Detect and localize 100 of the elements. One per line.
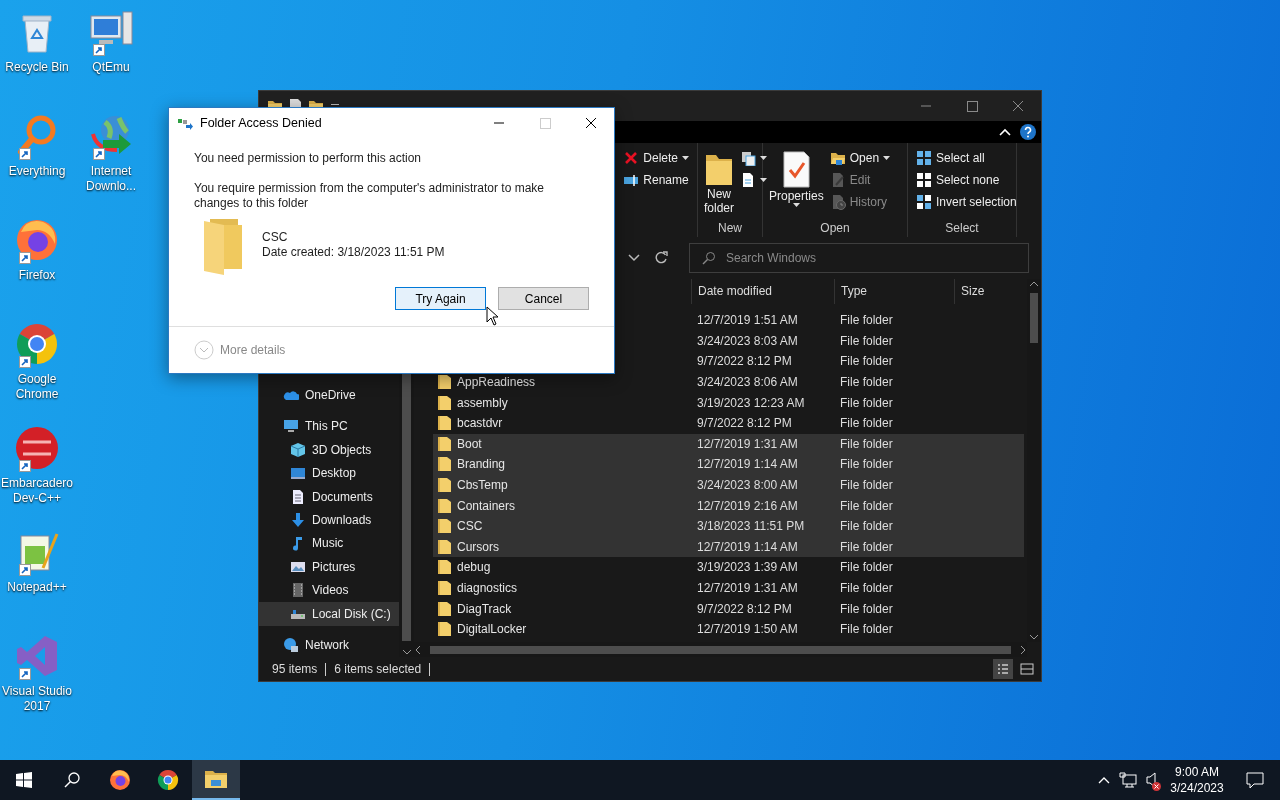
folder-icon: [438, 580, 452, 596]
nav-item[interactable]: This PC: [259, 414, 399, 438]
ribbon-button[interactable]: Open: [827, 149, 893, 167]
nav-item[interactable]: Desktop: [259, 461, 399, 485]
folder-icon: [438, 600, 452, 617]
column-header[interactable]: Date modified: [691, 279, 834, 304]
type-cell-text: File folder: [839, 375, 894, 390]
ribbon-button[interactable]: Properties: [769, 149, 824, 209]
nav-item[interactable]: OneDrive: [259, 383, 399, 407]
scroll-thumb[interactable]: [430, 645, 1011, 654]
folder-arrow-icon: [177, 116, 193, 130]
scroll-thumb[interactable]: [1030, 293, 1038, 343]
file-row[interactable]: DiagTrack 9/7/2022 8:12 PM File folder: [433, 598, 1024, 619]
group-label: Open: [819, 220, 851, 237]
dialog-button[interactable]: Cancel: [498, 287, 589, 310]
date-cell-text: 3/24/2023 8:03 AM: [696, 333, 799, 348]
dialog-button[interactable]: Try Again: [395, 287, 486, 310]
type-cell-text: File folder: [839, 313, 894, 328]
nav-item[interactable]: 3D Objects: [259, 437, 399, 462]
file-row[interactable]: CbsTemp 3/24/2023 8:00 AM File folder: [433, 474, 1024, 496]
details-view-button[interactable]: [993, 659, 1013, 679]
folder-icon: [438, 538, 452, 555]
refresh-icon: [654, 251, 668, 265]
file-row[interactable]: assembly 3/19/2023 12:23 AM File folder: [433, 392, 1024, 413]
delete-icon: [623, 150, 640, 166]
nav-item[interactable]: Videos: [259, 578, 399, 603]
file-row[interactable]: Boot 12/7/2019 1:31 AM File folder: [433, 433, 1024, 455]
clock[interactable]: 9:00 AM 3/24/2023: [1164, 764, 1230, 796]
type-cell-text: File folder: [839, 457, 894, 472]
file-row[interactable]: bcastdvr 9/7/2022 8:12 PM File folder: [433, 412, 1024, 434]
caret-icon: [682, 156, 689, 160]
folder-icon: [438, 497, 452, 514]
file-row[interactable]: AppReadiness 3/24/2023 8:06 AM File folder: [433, 371, 1024, 393]
ribbon-button[interactable]: Invert selection: [914, 193, 1019, 211]
ribbon-button[interactable]: Delete: [621, 149, 691, 167]
folder-icon: [438, 477, 452, 494]
date-created: Date created: 3/18/2023 11:51 PM: [262, 245, 445, 260]
taskbar-app[interactable]: [192, 760, 240, 800]
nav-item[interactable]: Documents: [259, 484, 399, 509]
caret-icon: [760, 178, 767, 182]
date-cell-text: 3/24/2023 8:06 AM: [696, 375, 799, 390]
file-row[interactable]: Branding 12/7/2019 1:14 AM File folder: [433, 454, 1024, 475]
type-cell-text: File folder: [839, 581, 894, 595]
file-name: Boot: [457, 436, 482, 451]
type-cell-text: File folder: [839, 478, 894, 493]
column-header[interactable]: Type: [834, 279, 954, 304]
file-row[interactable]: CSC 3/18/2023 11:51 PM File folder: [433, 515, 1024, 537]
caret-icon: [760, 156, 767, 160]
chevron-up-icon: [1098, 776, 1110, 784]
chevron-up-icon: [999, 128, 1011, 136]
date-cell-text: 3/19/2023 1:39 AM: [696, 560, 799, 575]
date-cell-text: 12/7/2019 1:31 AM: [696, 581, 799, 595]
nav-item[interactable]: Local Disk (C:): [259, 602, 399, 626]
date-cell-text: 9/7/2022 8:12 PM: [696, 601, 793, 616]
document-icon: [740, 172, 756, 188]
folder-icon: [204, 219, 242, 275]
copy-icon: [740, 150, 756, 166]
ribbon-button[interactable]: Select all: [914, 149, 1019, 167]
search-field[interactable]: Search Windows: [689, 243, 1029, 273]
dialog-title: Folder Access Denied: [200, 116, 322, 130]
computer-icon: [283, 418, 299, 435]
nav-item[interactable]: Network: [259, 633, 399, 657]
file-row[interactable]: debug 3/19/2023 1:39 AM File folder: [433, 557, 1024, 578]
network-icon: [1119, 772, 1137, 788]
fox-globe-icon: [108, 768, 132, 792]
ribbon-button[interactable]: Rename: [621, 171, 691, 189]
file-name: AppReadiness: [457, 375, 536, 390]
type-cell-text: File folder: [839, 395, 894, 410]
folder-icon: [438, 435, 452, 452]
date-cell-text: 12/7/2019 1:51 AM: [696, 313, 799, 328]
select-all-icon: [916, 150, 932, 166]
list-icon: [997, 663, 1009, 675]
nav-item[interactable]: Downloads: [259, 508, 399, 532]
file-row[interactable]: Containers 12/7/2019 2:16 AM File folder: [433, 495, 1024, 516]
cube-icon: [290, 441, 306, 458]
network-icon: [283, 637, 299, 654]
file-row[interactable]: diagnostics 12/7/2019 1:31 AM File folder: [433, 577, 1024, 599]
more-details-link[interactable]: More details: [220, 342, 286, 357]
group-label: New: [717, 220, 743, 237]
file-name: DigitalLocker: [457, 622, 527, 637]
ribbon-button[interactable]: Select none: [914, 171, 1019, 189]
caret-icon: [792, 203, 800, 207]
dialog-message: You require permission from the computer's administrator to make changes to this folder: [194, 181, 545, 211]
desktop-icon: [290, 465, 306, 481]
type-cell-text: File folder: [839, 622, 894, 637]
type-cell-text: File folder: [839, 519, 894, 534]
file-name: CSC: [457, 519, 483, 534]
help-icon[interactable]: [1019, 123, 1037, 141]
file-row[interactable]: Cursors 12/7/2019 1:14 AM File folder: [433, 536, 1024, 558]
file-row[interactable]: DigitalLocker 12/7/2019 1:50 AM File folder: [433, 618, 1024, 640]
rename-icon: [623, 172, 640, 188]
chevron-right-icon: [1019, 644, 1027, 655]
nav-item[interactable]: Music: [259, 531, 399, 556]
chevron-left-icon: [414, 644, 422, 655]
caret-icon: [883, 156, 891, 160]
nav-item[interactable]: Pictures: [259, 555, 399, 579]
type-cell-text: File folder: [839, 354, 894, 369]
ribbon-button[interactable]: New folder: [704, 149, 734, 217]
chevron-down-icon: [628, 254, 640, 262]
file-name: debug: [457, 560, 491, 575]
